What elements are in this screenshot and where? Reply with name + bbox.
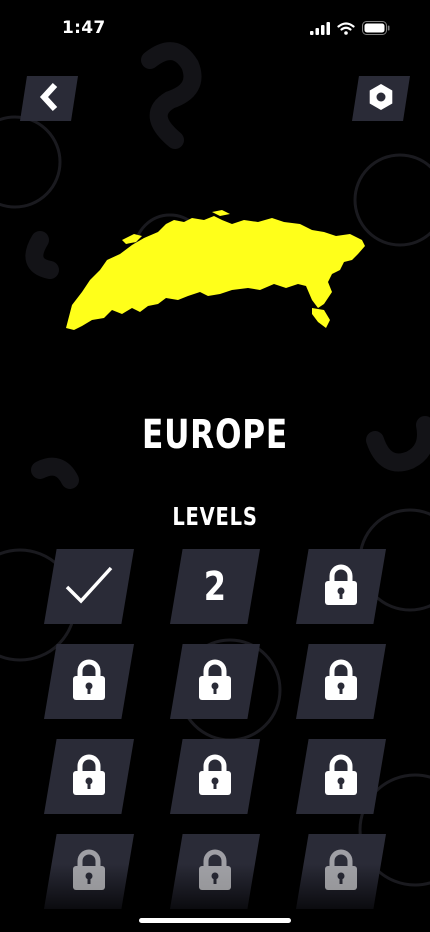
checkmark-icon bbox=[64, 565, 114, 609]
lock-icon bbox=[197, 659, 233, 705]
settings-button[interactable] bbox=[352, 76, 410, 121]
lock-icon bbox=[323, 564, 359, 610]
level-tile-8[interactable] bbox=[170, 739, 260, 814]
lock-icon bbox=[71, 754, 107, 800]
signal-icon bbox=[310, 20, 330, 39]
level-tile-11[interactable] bbox=[170, 834, 260, 909]
wifi-icon bbox=[337, 20, 355, 39]
level-number: 2 bbox=[203, 563, 227, 610]
level-tile-4[interactable] bbox=[44, 644, 134, 719]
europe-map bbox=[62, 210, 368, 335]
hexagon-icon bbox=[368, 83, 394, 115]
battery-icon bbox=[362, 20, 390, 39]
status-time: 1:47 bbox=[62, 18, 106, 38]
level-tile-9[interactable] bbox=[296, 739, 386, 814]
lock-icon bbox=[71, 849, 107, 895]
lock-icon bbox=[197, 754, 233, 800]
level-tile-2[interactable]: 2 bbox=[170, 549, 260, 624]
level-tile-3[interactable] bbox=[296, 549, 386, 624]
level-tile-12[interactable] bbox=[296, 834, 386, 909]
chevron-left-icon bbox=[38, 82, 60, 116]
home-indicator[interactable] bbox=[139, 918, 291, 923]
level-tile-1[interactable] bbox=[44, 549, 134, 624]
lock-icon bbox=[197, 849, 233, 895]
lock-icon bbox=[323, 659, 359, 705]
status-icons bbox=[310, 20, 390, 39]
region-title: EUROPE bbox=[141, 412, 289, 458]
levels-title: LEVELS bbox=[172, 502, 258, 531]
level-tile-5[interactable] bbox=[170, 644, 260, 719]
lock-icon bbox=[323, 754, 359, 800]
level-tile-7[interactable] bbox=[44, 739, 134, 814]
level-tile-10[interactable] bbox=[44, 834, 134, 909]
lock-icon bbox=[71, 659, 107, 705]
status-bar: 1:47 bbox=[0, 0, 430, 54]
back-button[interactable] bbox=[20, 76, 78, 121]
lock-icon bbox=[323, 849, 359, 895]
level-tile-6[interactable] bbox=[296, 644, 386, 719]
